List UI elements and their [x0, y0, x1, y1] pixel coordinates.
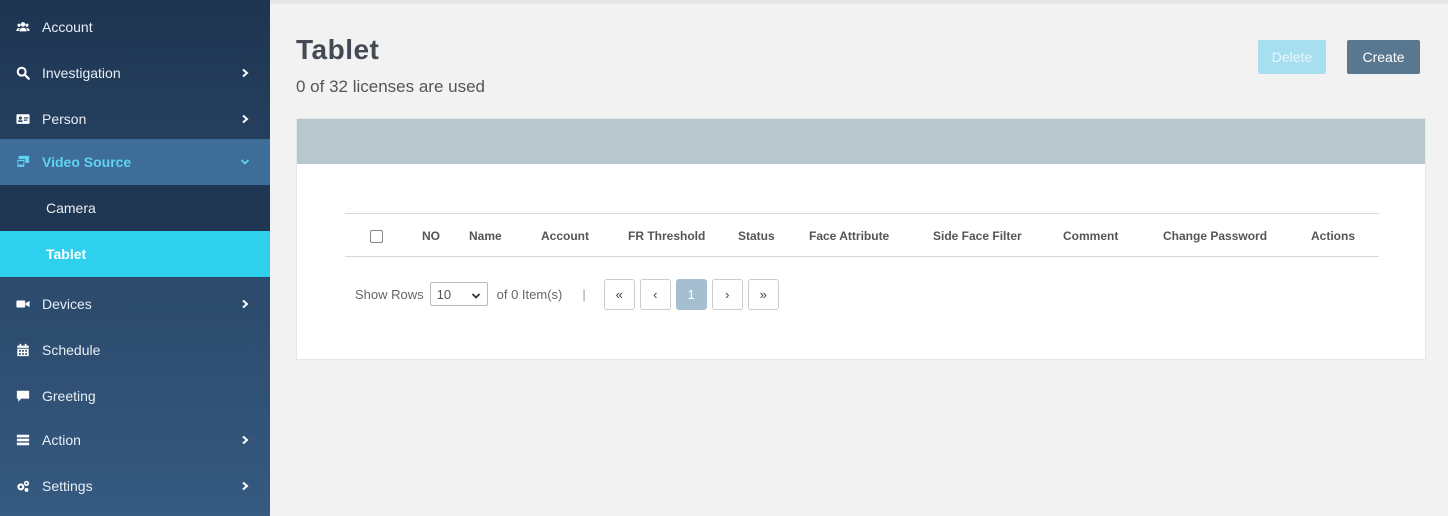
- sidebar-item-account[interactable]: Account: [0, 4, 270, 50]
- sidebar-item-devices[interactable]: Devices: [0, 281, 270, 327]
- sidebar-item-label: Investigation: [42, 65, 121, 81]
- sidebar: Account Investigation Person Video Sourc…: [0, 0, 270, 516]
- column-header-fr-threshold[interactable]: FR Threshold: [628, 214, 705, 258]
- page-title: Tablet: [296, 34, 380, 65]
- panel-header: [297, 119, 1425, 164]
- last-page-button[interactable]: »: [747, 278, 779, 310]
- sidebar-item-label: Person: [42, 111, 87, 127]
- top-divider: [270, 0, 1448, 4]
- sidebar-item-label: Video Source: [42, 154, 132, 170]
- video-camera-icon: [16, 297, 30, 311]
- sidebar-item-settings[interactable]: Settings: [0, 463, 270, 509]
- chevron-right-icon: [240, 68, 250, 78]
- first-page-button[interactable]: «: [603, 278, 635, 310]
- sidebar-item-person[interactable]: Person: [0, 96, 270, 142]
- license-usage-text: 0 of 32 licenses are used: [296, 77, 486, 96]
- chevron-right-icon: [240, 481, 250, 491]
- sidebar-item-label: Account: [42, 19, 93, 35]
- column-header-account[interactable]: Account: [541, 214, 589, 258]
- rows-per-page-select[interactable]: 10: [429, 282, 488, 306]
- create-button[interactable]: Create: [1347, 40, 1420, 74]
- item-count-text: of 0 Item(s): [496, 286, 563, 302]
- pager-separator: |: [582, 286, 586, 302]
- chevron-right-icon: [240, 114, 250, 124]
- column-header-change-password[interactable]: Change Password: [1163, 214, 1267, 258]
- video-source-icon: [16, 155, 30, 169]
- column-header-no[interactable]: NO: [422, 214, 440, 258]
- sidebar-item-investigation[interactable]: Investigation: [0, 50, 270, 96]
- tablet-list-panel: NO Name Account FR Threshold Status Face…: [296, 118, 1426, 360]
- column-header-comment[interactable]: Comment: [1063, 214, 1118, 258]
- rows-per-page-value: 10: [436, 286, 452, 302]
- column-header-actions[interactable]: Actions: [1311, 214, 1355, 258]
- select-all-cell: [370, 214, 383, 258]
- table-header: NO Name Account FR Threshold Status Face…: [345, 213, 1379, 257]
- select-all-checkbox[interactable]: [370, 229, 383, 243]
- id-card-icon: [16, 112, 30, 126]
- sidebar-subitem-camera[interactable]: Camera: [0, 185, 270, 231]
- column-header-face-attribute[interactable]: Face Attribute: [809, 214, 889, 258]
- sidebar-item-schedule[interactable]: Schedule: [0, 327, 270, 373]
- sidebar-item-label: Schedule: [42, 342, 101, 358]
- column-header-name[interactable]: Name: [469, 214, 502, 258]
- page-button-current[interactable]: 1: [675, 278, 707, 310]
- gears-icon: [16, 479, 30, 493]
- search-icon: [16, 66, 30, 80]
- sidebar-item-label: Devices: [42, 296, 92, 312]
- column-header-side-face-filter[interactable]: Side Face Filter: [933, 214, 1022, 258]
- calendar-icon: [16, 343, 30, 357]
- sidebar-subitem-tablet[interactable]: Tablet: [0, 231, 270, 277]
- users-icon: [16, 20, 30, 34]
- column-header-status[interactable]: Status: [738, 214, 775, 258]
- sidebar-item-greeting[interactable]: Greeting: [0, 373, 270, 419]
- chevron-down-icon: [240, 157, 250, 167]
- pagination-bar: Show Rows 10 of 0 Item(s) | « ‹ 1 › »: [355, 277, 784, 311]
- next-page-button[interactable]: ›: [711, 278, 743, 310]
- sidebar-subitem-label: Camera: [46, 200, 96, 216]
- list-icon: [16, 433, 30, 447]
- show-rows-label: Show Rows: [355, 286, 424, 302]
- sidebar-subitem-label: Tablet: [46, 246, 87, 262]
- prev-page-button[interactable]: ‹: [639, 278, 671, 310]
- sidebar-item-video-source[interactable]: Video Source: [0, 139, 270, 185]
- delete-button[interactable]: Delete: [1258, 40, 1326, 74]
- sidebar-item-label: Action: [42, 432, 81, 448]
- sidebar-item-action[interactable]: Action: [0, 417, 270, 463]
- comment-icon: [16, 389, 30, 403]
- chevron-right-icon: [240, 435, 250, 445]
- sidebar-item-label: Greeting: [42, 388, 96, 404]
- chevron-down-icon: [471, 289, 481, 299]
- chevron-right-icon: [240, 299, 250, 309]
- sidebar-item-label: Settings: [42, 478, 93, 494]
